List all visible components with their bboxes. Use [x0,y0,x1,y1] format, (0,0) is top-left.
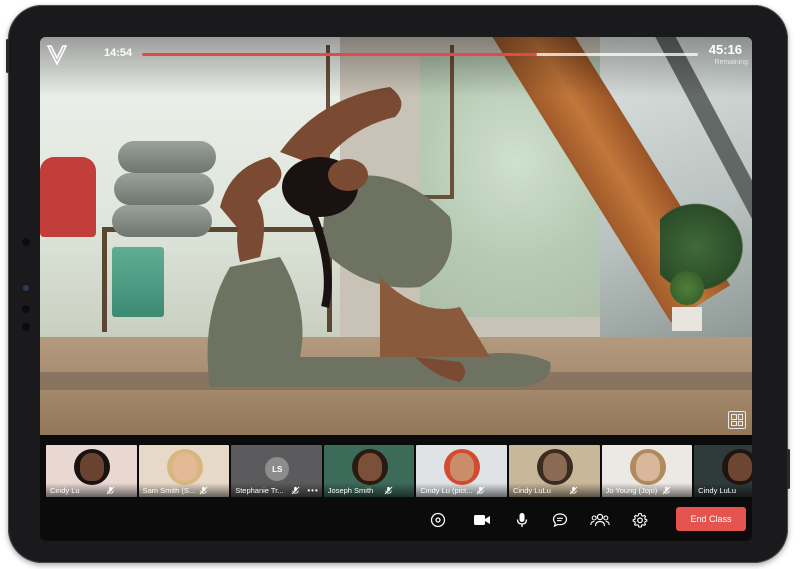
participant-name: Sam Smith (S... [142,486,196,495]
mic-muted-icon [199,486,208,495]
camera-button[interactable] [472,510,492,530]
participant-video-face [542,453,567,481]
top-shade [40,37,752,97]
camera-icon [474,515,490,525]
participant-tile[interactable]: Cindy Lu [46,445,137,497]
mic-muted-icon [291,486,300,495]
participant-video-face [450,453,475,481]
participant-name: Cindy Lu (pict... [420,486,473,495]
participants-icon [590,513,610,527]
elapsed-time: 14:54 [104,47,133,59]
record-icon [430,512,446,528]
grid-view-button[interactable] [728,411,746,429]
participant-tile[interactable]: Joseph Smith [323,445,415,497]
participant-strip: Cindy Lu Sam Smith (S... LS Stephanie Tr...… [46,445,752,497]
grid-icon [737,414,743,420]
potted-plant [670,271,704,305]
settings-icon [632,512,648,528]
remaining-label: Remaining [714,59,748,66]
grid-icon [737,420,743,426]
microphone-button[interactable] [512,510,532,530]
power-button [787,449,790,489]
participant-initials-avatar: LS [265,457,290,481]
red-chair [40,157,96,237]
participant-name: Stephanie Tr... [235,486,284,495]
sensor-dot [22,323,30,331]
control-bar: End Class [40,499,752,541]
volume-button [6,39,9,73]
participant-name: Cindy LuLu [698,486,737,495]
participant-video-face [172,453,197,481]
class-progress-bar[interactable] [142,53,698,56]
participant-tile[interactable]: Sam Smith (S... [138,445,230,497]
remaining-time: 45:16 [708,42,742,57]
record-button[interactable] [428,510,448,530]
participant-name: Jo Young (Jojo) [605,486,658,495]
participant-name: Cindy LuLu [512,486,551,495]
sensor-dot [23,285,29,291]
brand-logo [46,45,68,66]
participant-name: Cindy Lu [50,486,80,495]
participant-tile[interactable]: Cindy Lu (pict... [416,445,507,497]
participant-tile[interactable]: Cindy LuLu [694,445,752,497]
participant-tile[interactable]: Cindy LuLu [508,445,600,497]
participant-video-face [635,453,660,481]
settings-button[interactable] [630,510,650,530]
plant-pot [672,307,702,331]
yoga-blocks [112,247,164,317]
end-class-button[interactable]: End Class [676,507,746,531]
participants-button[interactable] [588,510,612,530]
grid-icon [731,420,737,426]
mic-muted-icon [569,486,578,495]
instructor-figure [207,87,551,387]
microphone-icon [516,513,528,527]
participant-video-face [80,453,104,481]
more-options-icon[interactable]: ••• [307,487,318,495]
participant-name: Joseph Smith [327,486,374,495]
mic-muted-icon [662,486,670,495]
chat-icon [552,513,568,528]
mic-muted-icon [106,486,115,495]
sensor-dot [22,305,30,313]
front-camera [22,238,30,246]
grid-icon [731,414,737,420]
class-progress-fill [142,53,537,56]
mic-muted-icon [476,486,485,495]
chat-button[interactable] [550,510,570,530]
mic-muted-icon [384,486,393,495]
participant-tile[interactable]: LS Stephanie Tr... ••• [231,445,322,497]
participant-tile[interactable]: Jo Young (Jojo) [601,445,693,497]
participant-video-face [357,453,382,481]
participant-video-face [728,453,752,481]
app-screen: 14:54 45:16 Remaining Cindy Lu Sam Smith … [40,37,752,541]
instructor-video[interactable]: 14:54 45:16 Remaining [40,37,752,435]
